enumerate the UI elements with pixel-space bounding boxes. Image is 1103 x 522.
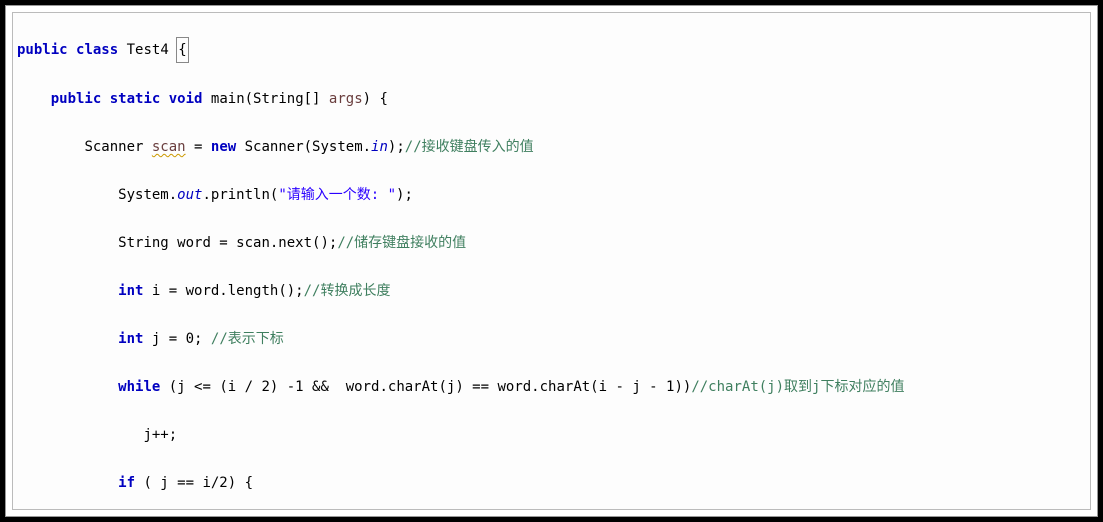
code-line: Scanner scan = new Scanner(System.in);//… (13, 135, 1090, 159)
code-line: if ( j == i/2) { (13, 471, 1090, 495)
keyword-int: int (118, 331, 143, 347)
stmt: j = 0; (143, 331, 210, 347)
code-editor[interactable]: public class Test4 { public static void … (12, 12, 1091, 510)
code-line: int i = word.length();//转换成长度 (13, 279, 1090, 303)
ctor: Scanner(System. (236, 139, 371, 155)
stmt: j++; (143, 427, 177, 443)
println: .println( (202, 187, 278, 203)
eq: = (186, 139, 211, 155)
comment: //接收键盘传入的值 (405, 139, 534, 155)
keyword-class: class (76, 42, 118, 58)
keyword-static: static (110, 91, 161, 107)
cond: ( j == i/2) { (135, 475, 253, 491)
field-out: out (177, 187, 202, 203)
stmt: i = word.length(); (143, 283, 303, 299)
comment: //charAt(j)取到j下标对应的值 (691, 379, 904, 395)
comment: //转换成长度 (304, 283, 391, 299)
method-sig: main(String[] (211, 91, 329, 107)
sys: System. (118, 187, 177, 203)
cond: (j <= (i / 2) -1 && word.charAt(j) == wo… (160, 379, 691, 395)
code-line: public class Test4 { (13, 37, 1090, 63)
sig-end: ) { (363, 91, 388, 107)
keyword-void: void (169, 91, 203, 107)
param-args: args (329, 91, 363, 107)
string-literal: "请输入一个数: " (278, 187, 396, 203)
code-line: System.out.println("请输入一个数: "); (13, 183, 1090, 207)
comment: //表示下标 (211, 331, 284, 347)
keyword-public: public (51, 91, 102, 107)
keyword-if: if (118, 475, 135, 491)
keyword-while: while (118, 379, 160, 395)
var-scan: scan (152, 139, 186, 155)
keyword-public: public (17, 42, 68, 58)
comment: //储存键盘接收的值 (337, 235, 466, 251)
keyword-int: int (118, 283, 143, 299)
code-line: while (j <= (i / 2) -1 && word.charAt(j)… (13, 375, 1090, 399)
field-in: in (371, 139, 388, 155)
editor-window: public class Test4 { public static void … (5, 5, 1098, 517)
matched-brace: { (176, 37, 188, 63)
type-scanner: Scanner (84, 139, 151, 155)
keyword-new: new (211, 139, 236, 155)
class-name: Test4 (127, 42, 169, 58)
code-line: String word = scan.next();//储存键盘接收的值 (13, 231, 1090, 255)
code-line: public static void main(String[] args) { (13, 87, 1090, 111)
code-line: int j = 0; //表示下标 (13, 327, 1090, 351)
end: ); (388, 139, 405, 155)
end: ); (396, 187, 413, 203)
stmt: String word = scan.next(); (118, 235, 337, 251)
code-line: j++; (13, 423, 1090, 447)
